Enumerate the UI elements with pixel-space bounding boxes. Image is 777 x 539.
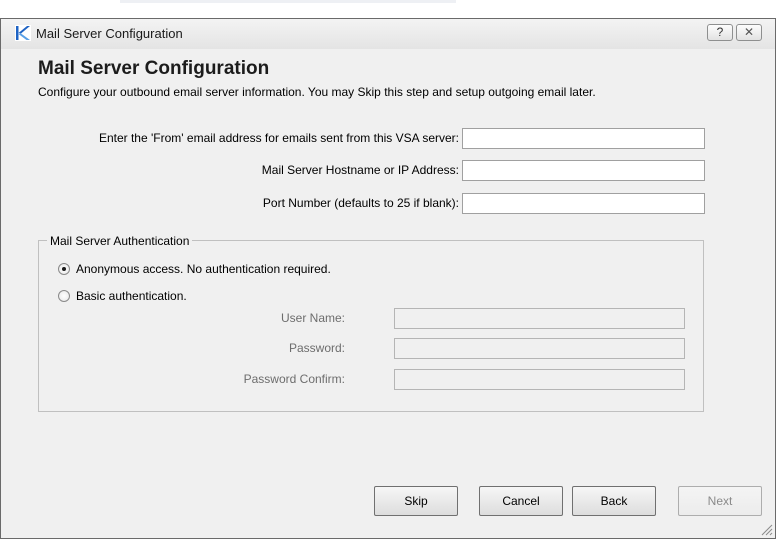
page-subtitle: Configure your outbound email server inf… — [38, 85, 596, 99]
back-button[interactable]: Back — [572, 486, 656, 516]
anonymous-radio[interactable] — [58, 263, 70, 275]
close-button[interactable]: ✕ — [736, 24, 762, 41]
password-confirm-input[interactable] — [394, 369, 685, 390]
anonymous-access-option[interactable]: Anonymous access. No authentication requ… — [58, 261, 331, 277]
port-input[interactable] — [462, 193, 705, 214]
password-label: Password: — [288, 341, 345, 355]
hostname-input[interactable] — [462, 160, 705, 181]
basic-auth-radio-label: Basic authentication. — [76, 289, 187, 303]
title-bar[interactable]: Mail Server Configuration ? ✕ — [1, 19, 775, 49]
hostname-label: Mail Server Hostname or IP Address: — [261, 163, 459, 177]
username-label: User Name: — [280, 311, 345, 325]
window-title: Mail Server Configuration — [36, 26, 183, 41]
cancel-button[interactable]: Cancel — [479, 486, 563, 516]
resize-grip-icon[interactable] — [759, 522, 773, 536]
close-icon: ✕ — [743, 25, 755, 39]
from-address-input[interactable] — [462, 128, 705, 149]
username-input[interactable] — [394, 308, 685, 329]
next-button[interactable]: Next — [678, 486, 762, 516]
port-label: Port Number (defaults to 25 if blank): — [262, 196, 459, 210]
background-strip — [0, 0, 777, 18]
help-button[interactable]: ? — [707, 24, 733, 41]
password-input[interactable] — [394, 338, 685, 359]
password-confirm-label: Password Confirm: — [243, 372, 345, 386]
basic-auth-radio[interactable] — [58, 290, 70, 302]
background-strip-bar — [120, 0, 456, 3]
kaseya-logo-icon — [15, 25, 31, 41]
anonymous-radio-label: Anonymous access. No authentication requ… — [76, 262, 331, 276]
skip-button[interactable]: Skip — [374, 486, 458, 516]
mail-server-dialog: Mail Server Configuration ? ✕ Mail Serve… — [0, 18, 776, 539]
authentication-group-title: Mail Server Authentication — [47, 234, 193, 248]
basic-authentication-option[interactable]: Basic authentication. — [58, 288, 187, 304]
from-address-label: Enter the 'From' email address for email… — [98, 131, 459, 145]
help-icon: ? — [716, 25, 724, 39]
page-title: Mail Server Configuration — [38, 58, 270, 79]
